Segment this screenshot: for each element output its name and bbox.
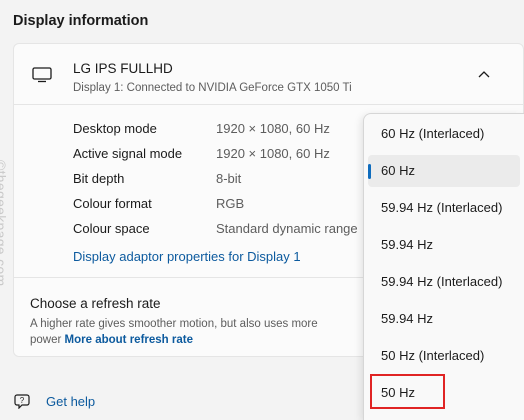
monitor-icon: [32, 67, 52, 83]
info-value: Standard dynamic range: [216, 221, 358, 236]
info-value: 1920 × 1080, 60 Hz: [216, 146, 330, 161]
dropdown-option[interactable]: 59.94 Hz: [368, 229, 520, 261]
dropdown-option-label: 50 Hz (Interlaced): [381, 348, 485, 363]
dropdown-option[interactable]: 50 Hz (Interlaced): [368, 340, 520, 372]
display-name: LG IPS FULLHD: [73, 61, 173, 76]
chevron-up-icon[interactable]: [478, 70, 490, 78]
info-label: Colour space: [73, 221, 150, 236]
dropdown-option-selected[interactable]: 60 Hz: [368, 155, 520, 187]
dropdown-option[interactable]: 59.94 Hz: [368, 303, 520, 335]
get-help-label: Get help: [46, 394, 96, 409]
dropdown-option-label: 59.94 Hz (Interlaced): [381, 200, 503, 215]
refresh-rate-title: Choose a refresh rate: [30, 296, 161, 311]
dropdown-option-label: 60 Hz: [381, 163, 415, 178]
info-label: Colour format: [73, 196, 152, 211]
display-card-header[interactable]: LG IPS FULLHD Display 1: Connected to NV…: [14, 44, 523, 105]
highlight-box: [370, 374, 445, 409]
info-label: Desktop mode: [73, 121, 157, 136]
selection-indicator: [368, 164, 371, 179]
more-about-refresh-rate-link[interactable]: More about refresh rate: [65, 334, 193, 346]
dropdown-option-label: 59.94 Hz (Interlaced): [381, 274, 503, 289]
info-label: Bit depth: [73, 171, 125, 186]
dropdown-option[interactable]: 59.94 Hz (Interlaced): [368, 192, 520, 224]
dropdown-option-label: 59.94 Hz: [381, 311, 434, 326]
display-adapter-properties-link[interactable]: Display adaptor properties for Display 1: [73, 249, 301, 264]
svg-text:?: ?: [20, 396, 25, 405]
dropdown-option-label: 60 Hz (Interlaced): [381, 126, 485, 141]
dropdown-option-label: 59.94 Hz: [381, 237, 434, 252]
watermark: ©thegeekpage.com: [0, 160, 9, 287]
info-value: RGB: [216, 196, 245, 211]
help-chat-icon: ?: [14, 394, 30, 409]
info-label: Active signal mode: [73, 146, 183, 161]
info-value: 1920 × 1080, 60 Hz: [216, 121, 330, 136]
display-subtitle: Display 1: Connected to NVIDIA GeForce G…: [73, 82, 352, 94]
dropdown-option[interactable]: 59.94 Hz (Interlaced): [368, 266, 520, 298]
dropdown-option[interactable]: 60 Hz (Interlaced): [368, 118, 520, 150]
section-title: Display information: [13, 13, 149, 29]
refresh-rate-description: A higher rate gives smoother motion, but…: [30, 316, 350, 348]
info-value: 8-bit: [216, 171, 242, 186]
